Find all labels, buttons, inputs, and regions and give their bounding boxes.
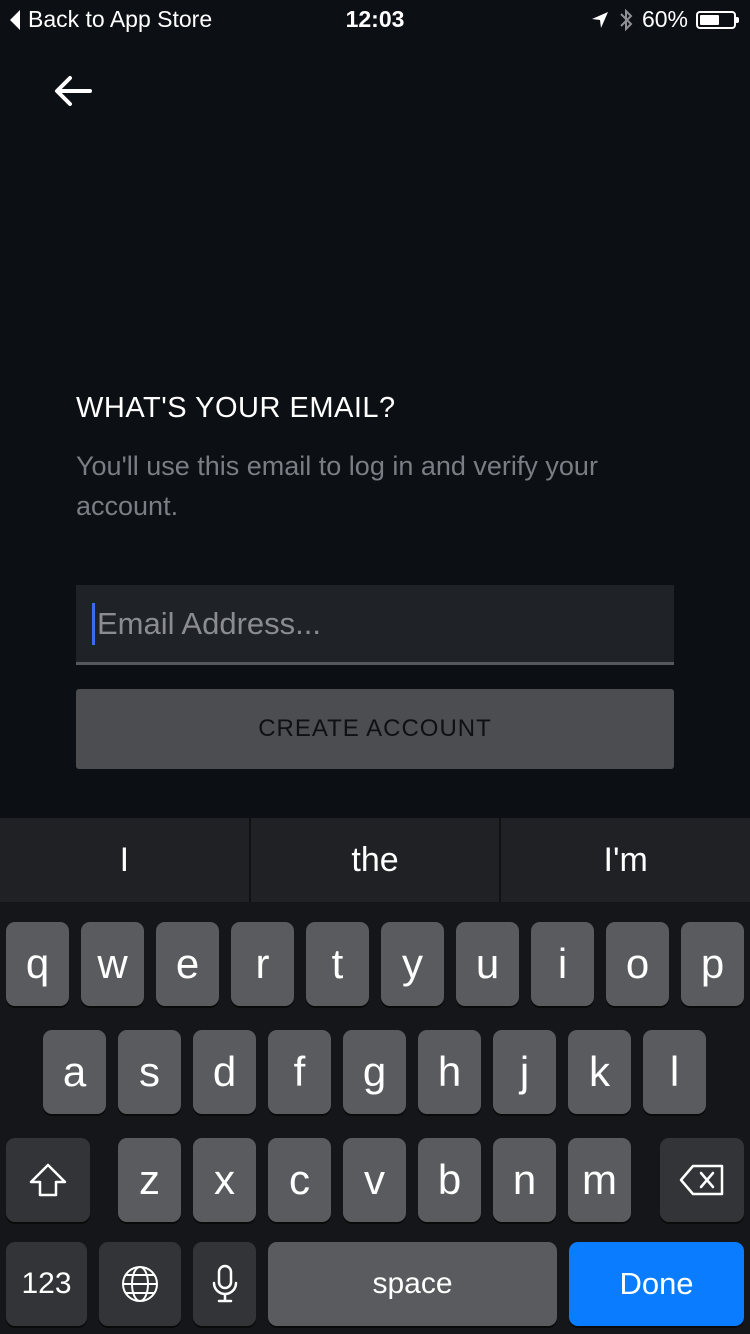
done-key[interactable]: Done — [569, 1242, 744, 1326]
backspace-key[interactable] — [660, 1138, 744, 1222]
globe-key[interactable] — [99, 1242, 181, 1326]
status-indicators: 60% — [590, 6, 739, 33]
key-v[interactable]: v — [343, 1138, 406, 1222]
email-signup-screen: Back to App Store 12:03 60% WHAT'S YOUR … — [0, 0, 750, 1334]
key-d[interactable]: d — [193, 1030, 256, 1114]
back-triangle-icon — [10, 9, 20, 30]
key-i[interactable]: i — [531, 922, 594, 1006]
key-j[interactable]: j — [493, 1030, 556, 1114]
battery-icon — [696, 10, 739, 29]
globe-icon — [122, 1266, 158, 1302]
key-l[interactable]: l — [643, 1030, 706, 1114]
key-a[interactable]: a — [43, 1030, 106, 1114]
back-arrow-icon[interactable] — [50, 68, 96, 114]
back-to-app-store-label: Back to App Store — [28, 6, 213, 32]
page-subtitle: You'll use this email to log in and veri… — [76, 451, 598, 521]
key-r[interactable]: r — [231, 922, 294, 1006]
key-m[interactable]: m — [568, 1138, 631, 1222]
suggestion-3[interactable]: I'm — [499, 818, 750, 902]
suggestion-1[interactable]: I — [0, 818, 249, 902]
key-o[interactable]: o — [606, 922, 669, 1006]
key-s[interactable]: s — [118, 1030, 181, 1114]
key-h[interactable]: h — [418, 1030, 481, 1114]
backspace-icon — [679, 1164, 724, 1196]
text-caret — [92, 602, 95, 645]
bluetooth-icon — [620, 8, 633, 31]
key-p[interactable]: p — [681, 922, 744, 1006]
key-e[interactable]: e — [156, 922, 219, 1006]
predictive-bar: I the I'm — [0, 818, 750, 902]
create-account-button[interactable]: CREATE ACCOUNT — [76, 689, 674, 769]
key-q[interactable]: q — [6, 922, 69, 1006]
key-g[interactable]: g — [343, 1030, 406, 1114]
key-u[interactable]: u — [456, 922, 519, 1006]
location-arrow-icon — [591, 11, 608, 28]
key-x[interactable]: x — [193, 1138, 256, 1222]
suggestion-2[interactable]: the — [248, 818, 500, 902]
keyboard: I the I'm q w e r t y u i o p a s d f g … — [0, 818, 750, 1334]
key-w[interactable]: w — [81, 922, 144, 1006]
key-c[interactable]: c — [268, 1138, 331, 1222]
key-y[interactable]: y — [381, 922, 444, 1006]
numbers-key[interactable]: 123 — [6, 1242, 87, 1326]
key-b[interactable]: b — [418, 1138, 481, 1222]
shift-key[interactable] — [6, 1138, 90, 1222]
key-f[interactable]: f — [268, 1030, 331, 1114]
email-field[interactable]: Email Address... — [76, 585, 674, 665]
microphone-icon — [212, 1264, 237, 1303]
key-z[interactable]: z — [118, 1138, 181, 1222]
space-key[interactable]: space — [268, 1242, 557, 1326]
back-to-app-store[interactable]: Back to App Store — [10, 6, 212, 33]
shift-icon — [29, 1163, 67, 1197]
battery-fill — [700, 14, 720, 25]
email-placeholder: Email Address... — [97, 605, 321, 641]
status-bar: Back to App Store 12:03 60% — [0, 0, 750, 40]
key-k[interactable]: k — [568, 1030, 631, 1114]
key-n[interactable]: n — [493, 1138, 556, 1222]
page-title: WHAT'S YOUR EMAIL? — [76, 392, 396, 424]
dictation-key[interactable] — [193, 1242, 256, 1326]
key-t[interactable]: t — [306, 922, 369, 1006]
battery-percent: 60% — [641, 6, 688, 32]
